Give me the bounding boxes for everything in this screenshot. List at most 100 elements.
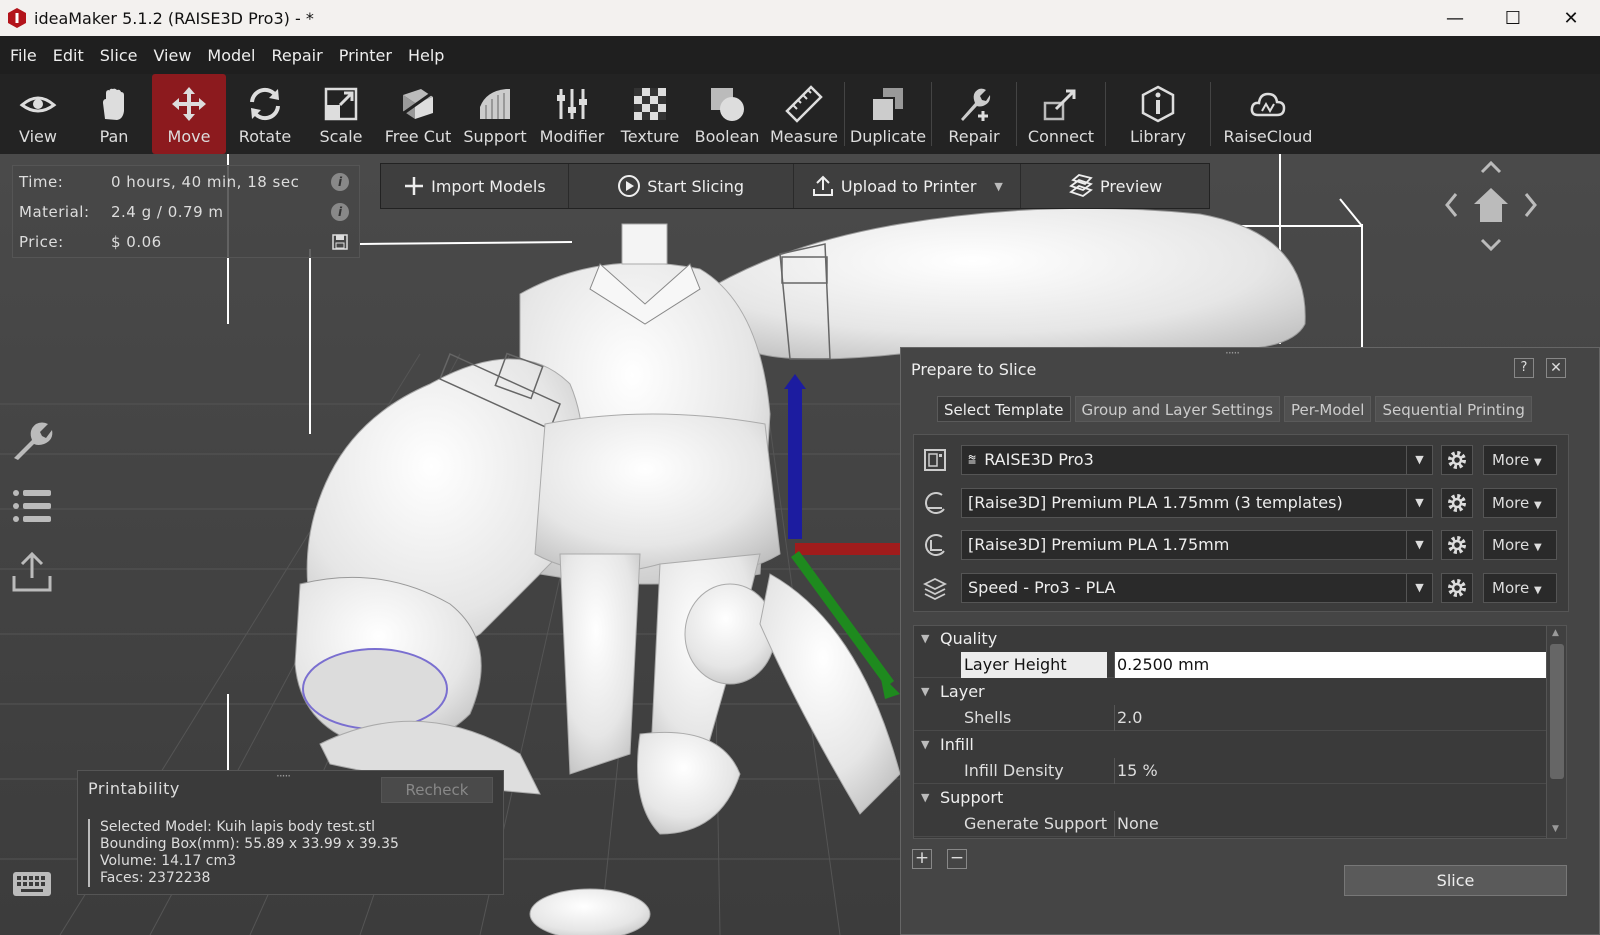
chevron-down-icon[interactable]: ▼ [1406,574,1432,602]
tool-raisecloud[interactable]: RaiseCloud [1213,74,1323,154]
param-layer-height[interactable]: Layer Height 0.2500 mm [914,652,1546,678]
printer-more-button[interactable]: More ▼ [1483,445,1557,475]
collapse-triangle-icon[interactable]: ▼ [921,732,929,758]
keyboard-icon[interactable] [10,862,54,906]
nav-right-icon[interactable] [1524,193,1537,217]
add-param-button[interactable]: + [912,849,932,869]
printer-select-value: RAISE3D Pro3 [984,450,1094,469]
recheck-button[interactable]: Recheck [381,777,493,803]
chevron-down-icon[interactable]: ▼ [1406,489,1432,517]
filament-left-settings-button[interactable] [1441,488,1473,518]
tool-pan[interactable]: Pan [76,74,152,154]
tool-free-cut[interactable]: Free Cut [378,74,458,154]
nav-left-icon[interactable] [1445,193,1458,217]
params-scrollbar[interactable]: ▲ ▼ [1546,626,1566,838]
nav-up-icon[interactable] [1480,160,1502,174]
collapse-triangle-icon[interactable]: ▼ [921,785,929,811]
collapse-triangle-icon[interactable]: ▼ [921,679,929,705]
param-value[interactable]: 15 % [1114,758,1546,784]
collapse-triangle-icon[interactable]: ▼ [921,626,929,652]
slice-button[interactable]: Slice [1344,865,1567,896]
tool-boolean[interactable]: Boolean [688,74,766,154]
tab-group-layer-settings[interactable]: Group and Layer Settings [1074,396,1281,422]
tool-label: Boolean [694,127,760,146]
chevron-down-icon[interactable]: ▼ [1406,531,1432,559]
print-profile-more-button[interactable]: More ▼ [1483,573,1557,603]
tool-rotate[interactable]: Rotate [226,74,304,154]
tool-texture[interactable]: Texture [612,74,688,154]
list-icon[interactable] [10,484,54,528]
filament-right-select[interactable]: [Raise3D] Premium PLA 1.75mm ▼ [961,530,1433,560]
filament-left-more-button[interactable]: More ▼ [1483,488,1557,518]
tool-library[interactable]: Library [1108,74,1208,154]
tool-duplicate[interactable]: Duplicate [847,74,929,154]
tool-move[interactable]: Move [152,74,226,154]
info-icon[interactable]: i [331,203,349,221]
help-button[interactable]: ? [1514,358,1534,378]
import-models-button[interactable]: Import Models [381,164,569,208]
tool-label: Modifier [539,127,605,146]
export-icon[interactable] [10,550,54,594]
close-button[interactable]: ✕ [1542,0,1600,36]
filament-right-settings-button[interactable] [1441,530,1473,560]
printer-settings-button[interactable] [1441,445,1473,475]
tab-select-template[interactable]: Select Template [937,396,1071,422]
print-profile-select[interactable]: Speed - Pro3 - PLA ▼ [961,573,1433,603]
tab-per-model[interactable]: Per-Model [1284,396,1372,422]
start-slicing-button[interactable]: Start Slicing [569,164,794,208]
chevron-down-icon[interactable]: ▼ [1406,446,1432,474]
menu-model[interactable]: Model [199,46,263,65]
printer-select[interactable]: ⩰ RAISE3D Pro3 ▼ [961,445,1433,475]
close-panel-button[interactable]: ✕ [1546,358,1566,378]
group-label: Layer [940,682,985,701]
minimize-button[interactable]: — [1426,0,1484,36]
param-generate-support[interactable]: Generate Support None [914,811,1546,837]
drag-handle[interactable]: ····· [1225,346,1240,360]
camera-nav-control[interactable] [1440,158,1540,258]
chevron-down-icon[interactable]: ▼ [994,180,1002,193]
scroll-down-icon[interactable]: ▼ [1552,824,1559,834]
remove-param-button[interactable]: − [947,849,967,869]
tool-view[interactable]: View [0,74,76,154]
tool-modifier[interactable]: Modifier [532,74,612,154]
tool-measure[interactable]: Measure [766,74,842,154]
filament-left-select[interactable]: [Raise3D] Premium PLA 1.75mm (3 template… [961,488,1433,518]
group-support[interactable]: ▼ Support [914,785,1546,811]
prepare-title: Prepare to Slice [911,360,1037,379]
save-icon[interactable] [331,233,349,251]
home-icon[interactable] [1474,188,1508,222]
tool-repair[interactable]: Repair [934,74,1014,154]
filament-right-more-button[interactable]: More ▼ [1483,530,1557,560]
param-value[interactable]: 0.2500 mm [1114,652,1546,678]
tab-sequential-printing[interactable]: Sequential Printing [1375,396,1532,422]
menu-help[interactable]: Help [400,46,452,65]
scroll-up-icon[interactable]: ▲ [1552,628,1559,638]
param-shells[interactable]: Shells 2.0 [914,705,1546,731]
scroll-thumb[interactable] [1550,644,1564,779]
template-selectors: ⩰ RAISE3D Pro3 ▼ More ▼ [Raise3D] Premiu… [913,434,1569,612]
drag-handle[interactable]: ····· [276,769,291,783]
menu-file[interactable]: File [2,46,45,65]
menu-slice[interactable]: Slice [92,46,146,65]
menu-printer[interactable]: Printer [331,46,400,65]
param-infill-density[interactable]: Infill Density 15 % [914,758,1546,784]
nav-down-icon[interactable] [1480,238,1502,252]
param-value[interactable]: None [1114,811,1546,837]
group-quality[interactable]: ▼ Quality [914,626,1546,652]
maximize-button[interactable]: ☐ [1484,0,1542,36]
param-value[interactable]: 2.0 [1114,705,1546,731]
preview-button[interactable]: Preview [1021,164,1209,208]
wrench-icon[interactable] [10,418,54,462]
tool-connect[interactable]: Connect [1019,74,1103,154]
info-icon[interactable]: i [331,173,349,191]
menu-view[interactable]: View [145,46,199,65]
tool-scale[interactable]: Scale [304,74,378,154]
print-profile-settings-button[interactable] [1441,573,1473,603]
group-infill[interactable]: ▼ Infill [914,732,1546,758]
upload-to-printer-button[interactable]: Upload to Printer ▼ [794,164,1022,208]
menu-edit[interactable]: Edit [45,46,92,65]
printer-small-icon: ⩰ [968,452,977,468]
group-layer[interactable]: ▼ Layer [914,679,1546,705]
menu-repair[interactable]: Repair [263,46,330,65]
tool-support[interactable]: Support [458,74,532,154]
